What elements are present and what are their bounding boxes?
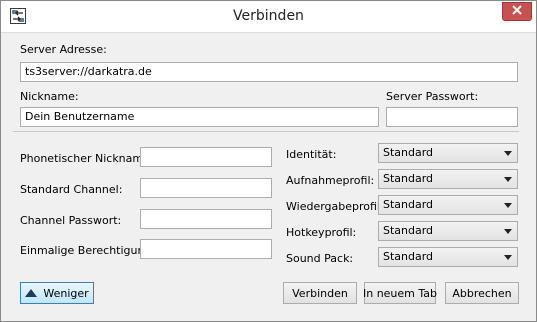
playback-profile-label: Wiedergabeprofil: [286, 200, 384, 213]
one-time-privilege-input[interactable] [140, 239, 272, 259]
hotkey-profile-select[interactable]: Standard [378, 221, 518, 241]
chevron-down-icon [504, 177, 512, 182]
connect-button[interactable]: Verbinden [283, 282, 357, 304]
server-password-input[interactable] [386, 107, 518, 127]
default-channel-input[interactable] [140, 178, 272, 198]
chevron-down-icon [504, 229, 512, 234]
identity-select[interactable]: Standard [378, 143, 518, 163]
sound-pack-label: Sound Pack: [286, 252, 354, 265]
channel-password-label: Channel Passwort: [20, 214, 122, 227]
hotkey-profile-value: Standard [383, 224, 434, 237]
connect-dialog: Verbinden Server Adresse: ts3server://da… [0, 0, 537, 322]
server-address-input[interactable]: ts3server://darkatra.de [20, 62, 518, 82]
capture-profile-label: Aufnahmeprofil: [286, 174, 375, 187]
nickname-label: Nickname: [20, 90, 79, 103]
cancel-button[interactable]: Abbrechen [445, 282, 519, 304]
section-divider [13, 131, 519, 132]
sound-pack-select[interactable]: Standard [378, 247, 518, 267]
chevron-down-icon [504, 255, 512, 260]
triangle-up-icon [25, 289, 38, 297]
one-time-privilege-label: Einmalige Berechtigung: [20, 244, 156, 257]
capture-profile-select[interactable]: Standard [378, 169, 518, 189]
close-button[interactable] [502, 2, 532, 21]
identity-label: Identität: [286, 148, 337, 161]
server-address-label: Server Adresse: [20, 43, 107, 56]
sound-pack-value: Standard [383, 250, 434, 263]
channel-password-input[interactable] [140, 209, 272, 229]
identity-value: Standard [383, 146, 434, 159]
dialog-title: Verbinden [233, 8, 304, 24]
open-in-new-tab-button[interactable]: In neuem Tab [363, 282, 437, 304]
less-button[interactable]: Weniger [20, 282, 94, 304]
phonetic-nickname-input[interactable] [140, 147, 272, 167]
playback-profile-value: Standard [383, 198, 434, 211]
chevron-down-icon [504, 151, 512, 156]
hotkey-profile-label: Hotkeyprofil: [286, 226, 357, 239]
chevron-down-icon [504, 203, 512, 208]
close-icon [512, 5, 522, 18]
capture-profile-value: Standard [383, 172, 434, 185]
playback-profile-select[interactable]: Standard [378, 195, 518, 215]
default-channel-label: Standard Channel: [20, 183, 123, 196]
less-button-label: Weniger [43, 286, 89, 300]
phonetic-nickname-label: Phonetischer Nickname: [20, 152, 154, 165]
nickname-input[interactable]: Dein Benutzername [20, 107, 379, 127]
title-bar: Verbinden [1, 1, 536, 33]
server-password-label: Server Passwort: [386, 90, 479, 103]
